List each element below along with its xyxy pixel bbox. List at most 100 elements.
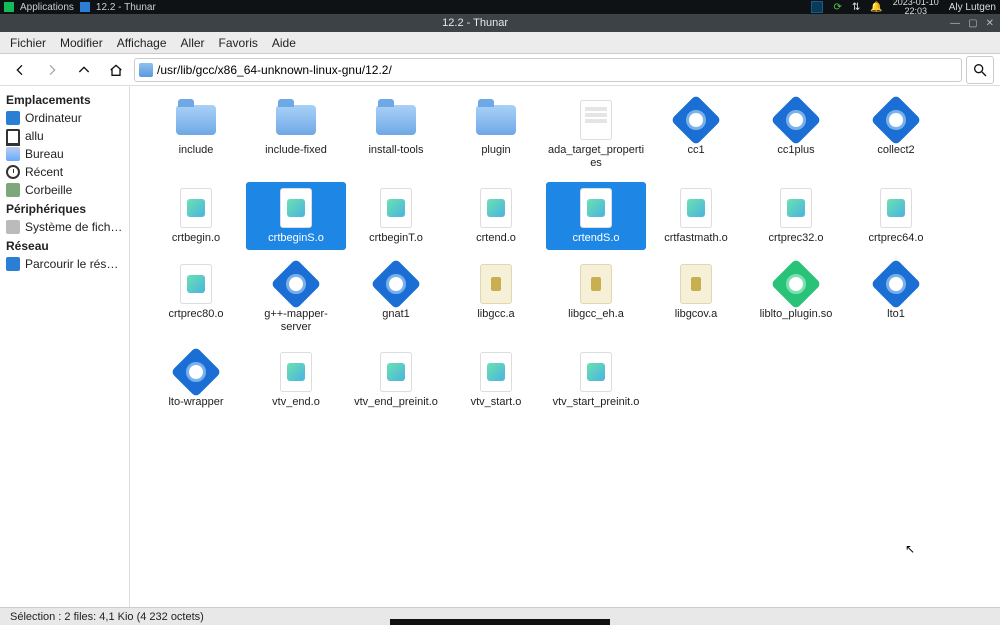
path-input[interactable] [157,63,957,77]
tray-sync-icon[interactable]: ⇅ [852,2,860,13]
user-label[interactable]: Aly Lutgen [949,2,996,13]
sidebar-item-ordinateur[interactable]: Ordinateur [0,109,129,127]
task-thunar-icon[interactable] [80,2,90,12]
file-label: collect2 [877,144,914,157]
file-item[interactable]: cc1 [646,94,746,174]
file-label: crtprec80.o [168,308,223,321]
menu-aller[interactable]: Aller [181,36,205,50]
folder-icon [139,63,153,77]
file-view[interactable]: include include-fixed install-tools plugina… [130,86,1000,607]
file-item[interactable]: liblto_plugin.so [746,258,846,338]
lib-icon [674,262,718,306]
file-label: vtv_end_preinit.o [354,396,438,409]
file-item[interactable]: vtv_end_preinit.o [346,346,446,413]
exec-icon [774,98,818,142]
tray-placeholder-icon[interactable] [811,1,823,13]
close-button[interactable]: ✕ [986,18,994,29]
file-item[interactable]: crtprec64.o [846,182,946,249]
file-label: include [179,144,214,157]
path-bar[interactable] [134,58,962,82]
maximize-button[interactable]: ▢ [968,18,977,29]
file-item[interactable]: crtend.o [446,182,546,249]
exec-icon [174,350,218,394]
sidebar-item-syst-me-de-fichi-[interactable]: Système de fichi… [0,218,129,236]
cursor-icon: ↖ [905,542,915,556]
applications-menu[interactable]: Applications [20,2,74,13]
file-item[interactable]: crtendS.o [546,182,646,249]
file-item[interactable]: crtbeginS.o [246,182,346,249]
file-label: g++-mapper-server [250,308,342,334]
trash-icon [6,183,20,197]
file-label: vtv_start.o [471,396,522,409]
task-thunar-label[interactable]: 12.2 - Thunar [96,2,156,13]
clock[interactable]: 2023-01-10 22:03 [893,0,939,16]
lib-icon [574,262,618,306]
system-panel: Applications 12.2 - Thunar ⟳ ⇅ 🔔 2023-01… [0,0,1000,14]
sidebar-item-parcourir-le-r-seau[interactable]: Parcourir le réseau [0,255,129,273]
search-button[interactable] [966,56,994,84]
file-item[interactable]: libgcov.a [646,258,746,338]
file-label: crtprec64.o [868,232,923,245]
file-item[interactable]: libgcc_eh.a [546,258,646,338]
obj-icon [574,186,618,230]
file-item[interactable]: vtv_end.o [246,346,346,413]
folder-icon [474,98,518,142]
back-button[interactable] [6,56,34,84]
file-label: libgcov.a [675,308,718,321]
file-item[interactable]: include-fixed [246,94,346,174]
up-button[interactable] [70,56,98,84]
file-label: lto-wrapper [168,396,223,409]
menu-aide[interactable]: Aide [272,36,296,50]
plugin-icon [774,262,818,306]
file-item[interactable]: gnat1 [346,258,446,338]
file-item[interactable]: lto-wrapper [146,346,246,413]
file-item[interactable]: libgcc.a [446,258,546,338]
file-item[interactable]: include [146,94,246,174]
dock[interactable] [390,619,610,625]
file-item[interactable]: crtbegin.o [146,182,246,249]
tray-update-icon[interactable]: ⟳ [833,2,841,13]
sidebar-item-r-cent[interactable]: Récent [0,163,129,181]
window-titlebar[interactable]: 12.2 - Thunar — ▢ ✕ [0,14,1000,32]
file-item[interactable]: collect2 [846,94,946,174]
obj-icon [674,186,718,230]
file-item[interactable]: crtprec80.o [146,258,246,338]
obj-icon [374,186,418,230]
file-label: vtv_end.o [272,396,320,409]
obj-icon [174,262,218,306]
file-label: crtbeginT.o [369,232,423,245]
file-item[interactable]: cc1plus [746,94,846,174]
file-item[interactable]: g++-mapper-server [246,258,346,338]
sidebar-item-label: Parcourir le réseau [25,257,123,271]
file-item[interactable]: install-tools [346,94,446,174]
folder-icon [374,98,418,142]
sidebar-item-allu[interactable]: allu [0,127,129,145]
sidebar-item-corbeille[interactable]: Corbeille [0,181,129,199]
file-item[interactable]: ada_target_properties [546,94,646,174]
file-item[interactable]: crtfastmath.o [646,182,746,249]
toolbar [0,54,1000,86]
doc-icon [574,98,618,142]
sidebar: EmplacementsOrdinateuralluBureauRécentCo… [0,86,130,607]
menu-fichier[interactable]: Fichier [10,36,46,50]
file-item[interactable]: plugin [446,94,546,174]
file-item[interactable]: crtprec32.o [746,182,846,249]
file-label: cc1 [687,144,704,157]
menu-modifier[interactable]: Modifier [60,36,103,50]
clock-time: 22:03 [893,7,939,16]
forward-button[interactable] [38,56,66,84]
obj-icon [574,350,618,394]
file-item[interactable]: vtv_start.o [446,346,546,413]
file-item[interactable]: lto1 [846,258,946,338]
sidebar-item-bureau[interactable]: Bureau [0,145,129,163]
menu-affichage[interactable]: Affichage [117,36,167,50]
minimize-button[interactable]: — [950,18,960,29]
applications-icon[interactable] [4,2,14,12]
file-label: install-tools [368,144,423,157]
file-item[interactable]: vtv_start_preinit.o [546,346,646,413]
file-item[interactable]: crtbeginT.o [346,182,446,249]
tray-bell-icon[interactable]: 🔔 [870,2,882,13]
obj-icon [274,350,318,394]
home-button[interactable] [102,56,130,84]
menu-favoris[interactable]: Favoris [219,36,258,50]
